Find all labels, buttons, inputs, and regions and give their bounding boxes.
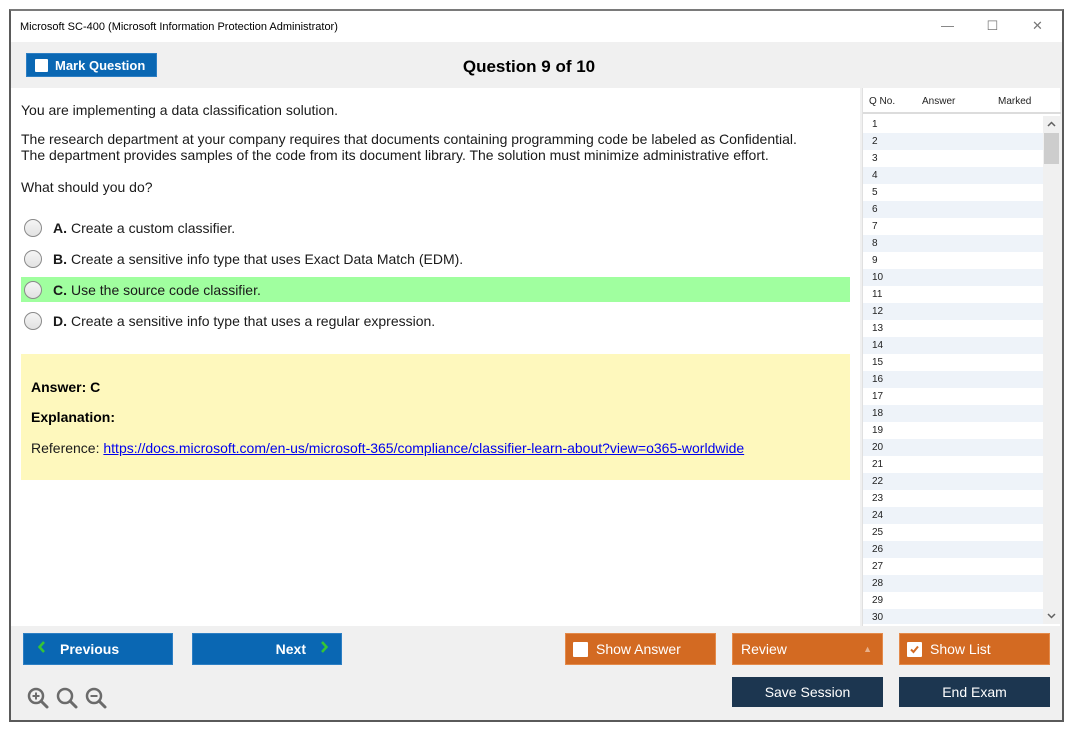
- show-list-checkbox[interactable]: [907, 641, 922, 657]
- maximize-button[interactable]: ☐: [970, 15, 1015, 37]
- next-label: Next: [275, 641, 306, 657]
- question-list-row[interactable]: 15: [863, 354, 1044, 371]
- question-list-scrollbar[interactable]: [1043, 116, 1060, 624]
- question-list-row[interactable]: 20: [863, 439, 1044, 456]
- next-button[interactable]: Next: [192, 633, 342, 665]
- option-b[interactable]: B. Create a sensitive info type that use…: [21, 246, 850, 271]
- option-text: Create a custom classifier.: [71, 219, 236, 236]
- question-prompt: What should you do?: [21, 179, 153, 195]
- question-list-row[interactable]: 9: [863, 252, 1044, 269]
- question-list-row[interactable]: 18: [863, 405, 1044, 422]
- question-list-row[interactable]: 28: [863, 575, 1044, 592]
- question-list-row[interactable]: 14: [863, 337, 1044, 354]
- question-list-rows: 1 2 3 4 5 6 7 8 9 10 11 12 13 14 15 16 17 18 19 20 21 22 23 24 2…: [863, 116, 1044, 624]
- question-list-row[interactable]: 3: [863, 150, 1044, 167]
- column-header-qno[interactable]: Q No.: [869, 96, 895, 107]
- question-body-line-2: The department provides samples of the c…: [21, 147, 769, 163]
- column-header-answer[interactable]: Answer: [922, 96, 955, 107]
- option-a[interactable]: A. Create a custom classifier.: [21, 215, 850, 240]
- zoom-controls: [27, 687, 108, 711]
- question-intro: You are implementing a data classificati…: [21, 102, 339, 118]
- close-button[interactable]: ✕: [1015, 15, 1060, 37]
- option-b-radio[interactable]: [24, 249, 42, 268]
- option-letter: D.: [53, 312, 67, 329]
- question-list-row[interactable]: 8: [863, 235, 1044, 252]
- question-list-row[interactable]: 5: [863, 184, 1044, 201]
- option-d[interactable]: D. Create a sensitive info type that use…: [21, 308, 850, 333]
- question-list-row[interactable]: 21: [863, 456, 1044, 473]
- column-header-marked[interactable]: Marked: [998, 96, 1031, 107]
- zoom-reset-icon[interactable]: [56, 687, 79, 711]
- minimize-button[interactable]: —: [925, 15, 970, 37]
- question-list-row[interactable]: 26: [863, 541, 1044, 558]
- option-c[interactable]: C. Use the source code classifier.: [21, 277, 850, 302]
- show-answer-label: Show Answer: [596, 641, 681, 657]
- question-list-row[interactable]: 13: [863, 320, 1044, 337]
- reference-link[interactable]: https://docs.microsoft.com/en-us/microso…: [103, 440, 744, 456]
- question-list-row[interactable]: 30: [863, 609, 1044, 624]
- question-list-row[interactable]: 29: [863, 592, 1044, 609]
- title-bar: Microsoft SC-400 (Microsoft Information …: [11, 11, 1062, 42]
- review-label: Review: [741, 641, 787, 657]
- end-exam-button[interactable]: End Exam: [899, 677, 1050, 707]
- question-list-row[interactable]: 23: [863, 490, 1044, 507]
- window-title: Microsoft SC-400 (Microsoft Information …: [20, 21, 338, 33]
- question-list-row[interactable]: 19: [863, 422, 1044, 439]
- question-list-row[interactable]: 10: [863, 269, 1044, 286]
- save-session-button[interactable]: Save Session: [732, 677, 883, 707]
- show-answer-button[interactable]: Show Answer: [565, 633, 716, 665]
- app-window: Microsoft SC-400 (Microsoft Information …: [9, 9, 1064, 722]
- option-c-radio[interactable]: [24, 280, 42, 299]
- question-list-row[interactable]: 17: [863, 388, 1044, 405]
- question-body: The research department at your company …: [21, 131, 797, 163]
- question-list-header: Q No. Answer Marked: [863, 88, 1061, 114]
- answer-label: Answer: C: [31, 379, 101, 395]
- explanation-label: Explanation:: [31, 409, 116, 425]
- question-heading: Question 9 of 10: [462, 57, 596, 76]
- caret-up-icon: ▲: [863, 644, 872, 654]
- option-letter: A.: [53, 219, 67, 236]
- question-list-row[interactable]: 1: [863, 116, 1044, 133]
- scroll-down-icon[interactable]: [1043, 607, 1060, 624]
- question-list-row[interactable]: 4: [863, 167, 1044, 184]
- question-list-row[interactable]: 6: [863, 201, 1044, 218]
- reference-prefix: Reference:: [31, 440, 104, 456]
- question-list-row[interactable]: 12: [863, 303, 1044, 320]
- option-letter: C.: [53, 281, 67, 298]
- option-text: Use the source code classifier.: [71, 281, 261, 298]
- option-a-radio[interactable]: [24, 218, 42, 237]
- question-list-row[interactable]: 7: [863, 218, 1044, 235]
- previous-button[interactable]: Previous: [23, 633, 173, 665]
- previous-label: Previous: [60, 641, 120, 657]
- show-answer-checkbox[interactable]: [573, 641, 588, 657]
- zoom-in-icon[interactable]: [27, 687, 50, 711]
- option-text: Create a sensitive info type that uses a…: [71, 312, 436, 329]
- question-list-row[interactable]: 22: [863, 473, 1044, 490]
- review-dropdown[interactable]: Review ▲: [732, 633, 883, 665]
- reference-line: Reference: https://docs.microsoft.com/en…: [31, 440, 744, 456]
- checkmark-icon: [910, 645, 919, 653]
- question-list-row[interactable]: 27: [863, 558, 1044, 575]
- question-list-row[interactable]: 2: [863, 133, 1044, 150]
- question-panel: You are implementing a data classificati…: [11, 88, 860, 626]
- question-list-row[interactable]: 11: [863, 286, 1044, 303]
- question-list-row[interactable]: 16: [863, 371, 1044, 388]
- option-d-radio[interactable]: [24, 311, 42, 330]
- question-list-row[interactable]: 25: [863, 524, 1044, 541]
- chevron-left-icon: [37, 640, 46, 659]
- chevron-right-icon: [320, 640, 329, 659]
- answer-panel: Answer: C Explanation: Reference: https:…: [21, 354, 850, 480]
- zoom-out-icon[interactable]: [85, 687, 108, 711]
- question-list: Q No. Answer Marked 1 2 3 4 5 6 7 8 9 10 11 12 13 14 1…: [862, 88, 1061, 626]
- scroll-thumb[interactable]: [1044, 133, 1059, 164]
- scroll-up-icon[interactable]: [1043, 116, 1060, 133]
- show-list-button[interactable]: Show List: [899, 633, 1050, 665]
- header-bar: Mark Question Question 9 of 10: [11, 42, 1062, 88]
- option-letter: B.: [53, 250, 67, 267]
- question-list-row[interactable]: 24: [863, 507, 1044, 524]
- question-body-line-1: The research department at your company …: [21, 131, 797, 147]
- option-text: Create a sensitive info type that uses E…: [71, 250, 464, 267]
- show-list-label: Show List: [930, 641, 991, 657]
